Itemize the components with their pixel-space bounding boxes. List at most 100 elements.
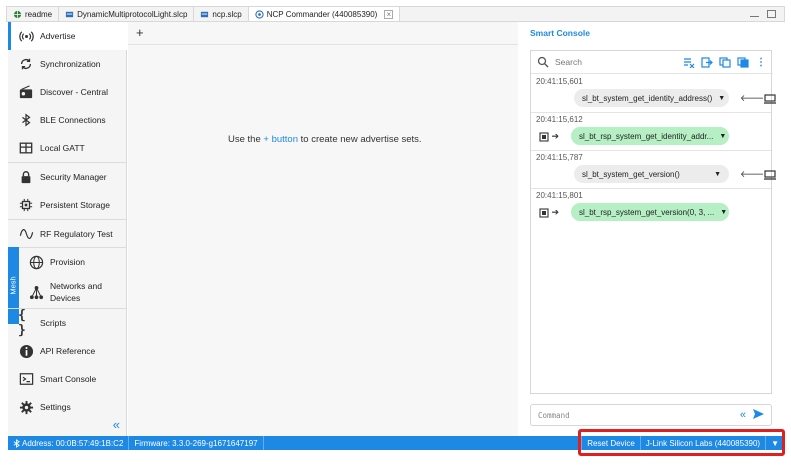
sidebar-item-persistent-storage[interactable]: Persistent Storage — [8, 191, 127, 219]
command-placeholder: Command — [538, 410, 570, 420]
console-toolbar: ⋮ — [683, 56, 767, 68]
terminal-icon — [18, 371, 34, 387]
hint-prefix: Use the — [228, 134, 261, 145]
tab-label: readme — [25, 9, 53, 19]
sent-from-pc-icon: 🡐 — [740, 93, 777, 104]
sidebar-item-label: Advertise — [40, 31, 76, 41]
sidebar-item-label: Networks and Devices — [50, 281, 102, 303]
export-icon[interactable] — [701, 56, 713, 68]
sidebar-item-synchronization[interactable]: Synchronization — [8, 50, 127, 78]
sidebar-item-smart-console[interactable]: Smart Console — [8, 365, 127, 393]
sidebar-item-label: Discover - Central — [40, 87, 109, 97]
chevron-down-icon[interactable]: ▼ — [708, 171, 721, 178]
tab-ncp-commander[interactable]: NCP Commander (440085390) × — [248, 7, 401, 21]
sidebar: Advertise Synchronization Discover - Cen… — [8, 22, 127, 436]
received-from-device-icon: ➔ — [539, 131, 559, 142]
smart-console: Smart Console Search ⋮ 20:41:15,601 sl_b… — [522, 22, 784, 436]
send-icon[interactable] — [752, 408, 765, 423]
command-text: sl_bt_system_get_version() — [582, 169, 680, 179]
close-icon[interactable]: × — [384, 9, 394, 19]
response-in-bubble[interactable]: sl_bt_rsp_system_get_identity_addr... ▼ — [571, 127, 729, 145]
log-divider — [531, 112, 771, 113]
history-icon[interactable]: « — [740, 409, 746, 421]
sent-from-pc-icon: 🡐 — [740, 169, 777, 180]
sidebar-item-ble-connections[interactable]: BLE Connections — [8, 106, 127, 134]
add-set-link[interactable]: + button — [263, 134, 298, 145]
tab-dynamic-multiprotocol[interactable]: DynamicMultiprotocolLight.slcp — [59, 7, 195, 21]
search-input[interactable]: Search — [555, 57, 582, 67]
more-options-icon[interactable]: ⋮ — [755, 56, 767, 68]
sidebar-item-rf-regulatory-test[interactable]: RF Regulatory Test — [8, 220, 127, 248]
network-icon — [28, 284, 44, 300]
response-in-bubble[interactable]: sl_bt_rsp_system_get_version(0, 3, ... ▼ — [571, 203, 729, 221]
tab-label: DynamicMultiprotocolLight.slcp — [77, 9, 188, 19]
project-icon — [201, 11, 209, 17]
radio-icon — [18, 84, 34, 100]
maximize-icon[interactable] — [767, 10, 776, 18]
info-icon — [18, 343, 34, 359]
project-icon — [66, 11, 74, 17]
response-text: sl_bt_rsp_system_get_version(0, 3, ... — [579, 207, 715, 217]
tab-readme[interactable]: readme — [7, 7, 60, 21]
sidebar-item-settings[interactable]: Settings — [8, 393, 127, 421]
sidebar-item-label: RF Regulatory Test — [40, 229, 113, 239]
chevron-down-icon[interactable]: ▼ — [714, 209, 727, 216]
sidebar-item-label: Local GATT — [40, 143, 85, 153]
chevron-down-icon[interactable]: ▼ — [713, 133, 726, 140]
tab-ncp-slcp[interactable]: ncp.slcp — [194, 7, 249, 21]
table-icon — [18, 140, 34, 156]
sync-icon — [18, 56, 34, 72]
log-divider — [531, 150, 771, 151]
copy-icon[interactable] — [719, 56, 731, 68]
command-text: sl_bt_system_get_identity_address() — [582, 93, 713, 103]
sidebar-item-local-gatt[interactable]: Local GATT — [8, 134, 127, 162]
highlight-box — [578, 429, 785, 456]
command-out-bubble[interactable]: sl_bt_system_get_identity_address() ▼ — [574, 89, 729, 107]
editor-tab-strip: readme DynamicMultiprotocolLight.slcp nc… — [6, 6, 785, 22]
tab-label: ncp.slcp — [212, 9, 242, 19]
braces-icon: { } — [18, 308, 26, 338]
clear-log-icon[interactable] — [683, 56, 695, 68]
sidebar-item-security-manager[interactable]: Security Manager — [8, 163, 127, 191]
lock-icon — [18, 169, 34, 185]
minimize-icon[interactable] — [750, 12, 759, 17]
empty-state-hint: Use the + button to create new advertise… — [228, 134, 422, 145]
sidebar-item-discover-central[interactable]: Discover - Central — [8, 78, 127, 106]
log-timestamp: 20:41:15,801 — [536, 191, 583, 200]
collapse-sidebar-button[interactable]: « — [113, 417, 120, 432]
sidebar-item-provision[interactable]: Provision — [8, 248, 127, 276]
sidebar-item-advertise[interactable]: Advertise — [8, 22, 127, 50]
add-advertise-set-button[interactable]: + — [136, 25, 144, 40]
globe-icon — [28, 254, 44, 270]
tab-divider — [128, 44, 518, 45]
received-from-device-icon: ➔ — [539, 207, 559, 218]
globe-icon — [13, 10, 22, 18]
sidebar-item-label: BLE Connections — [40, 115, 106, 125]
gear-icon — [18, 399, 34, 415]
commander-icon — [255, 9, 264, 19]
log-timestamp: 20:41:15,787 — [536, 153, 583, 162]
hint-suffix: to create new advertise sets. — [300, 134, 422, 145]
log-timestamp: 20:41:15,612 — [536, 115, 583, 124]
sidebar-item-label: Persistent Storage — [40, 200, 110, 210]
chevron-down-icon[interactable]: ▼ — [712, 95, 725, 102]
search-icon — [537, 56, 549, 68]
bluetooth-icon — [18, 112, 34, 128]
sidebar-item-label: Scripts — [40, 318, 66, 328]
console-title: Smart Console — [530, 28, 590, 38]
broadcast-icon — [18, 28, 34, 44]
tab-label: NCP Commander (440085390) — [266, 9, 378, 19]
device-address: Address: 00:0B:57:49:1B:C2 — [8, 436, 130, 450]
chip-icon — [18, 197, 34, 213]
sidebar-item-scripts[interactable]: { } Scripts — [8, 308, 127, 338]
command-input[interactable]: Command « — [530, 404, 772, 426]
console-search-bar: Search ⋮ — [531, 51, 773, 74]
sidebar-item-api-reference[interactable]: API Reference — [8, 337, 127, 365]
sidebar-item-label: Smart Console — [40, 374, 97, 384]
copy-all-icon[interactable] — [737, 56, 749, 68]
log-divider — [531, 188, 771, 189]
command-out-bubble[interactable]: sl_bt_system_get_version() ▼ — [574, 165, 729, 183]
window-controls — [750, 7, 784, 21]
wave-icon — [18, 226, 34, 242]
sidebar-item-networks-devices[interactable]: Networks and Devices — [8, 276, 127, 308]
